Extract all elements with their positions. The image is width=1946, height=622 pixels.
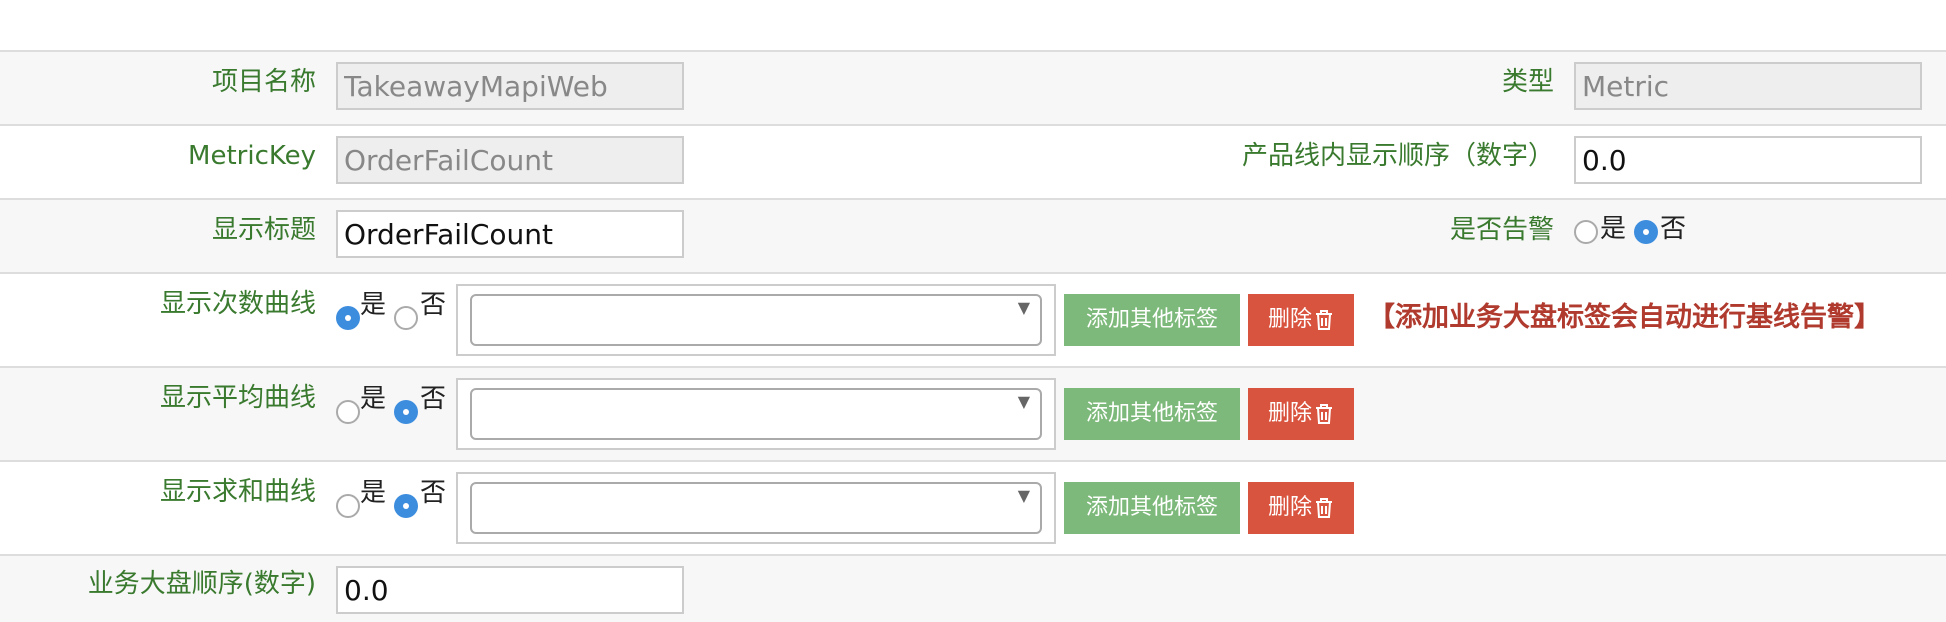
avg-curve-add-tag-button[interactable]: 添加其他标签 (1064, 388, 1240, 440)
sum-curve-add-tag-button[interactable]: 添加其他标签 (1064, 482, 1240, 534)
count-curve-tag-select[interactable]: ▼ (456, 284, 1056, 356)
row-sum-curve: 显示求和曲线 是 否 ▼ 添加其他标签 删除 (0, 462, 1946, 556)
count-curve-add-tag-button[interactable]: 添加其他标签 (1064, 294, 1240, 346)
delete-button-label: 删除 (1267, 401, 1312, 426)
count-curve-delete-button[interactable]: 删除 (1248, 294, 1354, 346)
top-blank-area (0, 0, 1946, 52)
metric-key-label: MetricKey (188, 141, 316, 171)
dashboard-alert-warning: 【添加业务大盘标签会自动进行基线告警】 (1368, 302, 1881, 333)
avg-curve-yes-text: 是 (360, 384, 387, 414)
row-dashboard-order: 业务大盘顺序(数字) (0, 556, 1946, 622)
display-title-input[interactable] (336, 210, 684, 258)
delete-button-label: 删除 (1267, 307, 1312, 332)
count-curve-tag-select-inner[interactable]: ▼ (470, 294, 1042, 346)
display-order-input[interactable] (1574, 136, 1922, 184)
avg-curve-no-radio[interactable] (394, 400, 418, 424)
display-title-label: 显示标题 (211, 215, 316, 245)
sum-curve-label: 显示求和曲线 (159, 477, 316, 507)
count-curve-no-text: 否 (420, 290, 447, 320)
dashboard-order-input[interactable] (336, 566, 684, 614)
caret-down-icon: ▼ (1017, 486, 1030, 505)
sum-curve-no-text: 否 (420, 478, 447, 508)
type-field[interactable] (1574, 62, 1922, 110)
avg-curve-label: 显示平均曲线 (159, 383, 316, 413)
caret-down-icon: ▼ (1017, 298, 1030, 317)
metric-key-field[interactable] (336, 136, 684, 184)
project-name-field[interactable] (336, 62, 684, 110)
alert-yes-text: 是 (1600, 214, 1627, 244)
row-avg-curve: 显示平均曲线 是 否 ▼ 添加其他标签 删除 (0, 368, 1946, 462)
type-label: 类型 (1501, 67, 1554, 97)
sum-curve-tag-select-inner[interactable]: ▼ (470, 482, 1042, 534)
avg-curve-delete-button[interactable]: 删除 (1248, 388, 1354, 440)
sum-curve-no-radio[interactable] (394, 494, 418, 518)
row-count-curve: 显示次数曲线 是 否 ▼ 添加其他标签 删除 【添加业务大盘标签会自动进行基线告… (0, 274, 1946, 368)
row-metric-key: MetricKey 产品线内显示顺序（数字） (0, 126, 1946, 200)
sum-curve-yes-text: 是 (360, 478, 387, 508)
trash-icon (1316, 404, 1332, 424)
delete-button-label: 删除 (1267, 495, 1312, 520)
project-name-label: 项目名称 (211, 67, 316, 97)
alert-label: 是否告警 (1449, 215, 1554, 245)
sum-curve-yes-radio[interactable] (336, 494, 360, 518)
count-curve-yes-radio[interactable] (336, 306, 360, 330)
alert-no-radio[interactable] (1634, 220, 1658, 244)
trash-icon (1316, 498, 1332, 518)
alert-no-text: 否 (1660, 214, 1687, 244)
avg-curve-tag-select[interactable]: ▼ (456, 378, 1056, 450)
avg-curve-tag-select-inner[interactable]: ▼ (470, 388, 1042, 440)
row-title: 显示标题 是否告警 是 否 (0, 200, 1946, 274)
avg-curve-yes-radio[interactable] (336, 400, 360, 424)
sum-curve-delete-button[interactable]: 删除 (1248, 482, 1354, 534)
count-curve-yes-text: 是 (360, 290, 387, 320)
row-project: 项目名称 类型 (0, 52, 1946, 126)
sum-curve-tag-select[interactable]: ▼ (456, 472, 1056, 544)
display-order-label: 产品线内显示顺序（数字） (1241, 141, 1554, 171)
count-curve-label: 显示次数曲线 (159, 289, 316, 319)
avg-curve-no-text: 否 (420, 384, 447, 414)
dashboard-order-label: 业务大盘顺序(数字) (87, 569, 316, 599)
alert-yes-radio[interactable] (1574, 220, 1598, 244)
count-curve-no-radio[interactable] (394, 306, 418, 330)
caret-down-icon: ▼ (1017, 392, 1030, 411)
trash-icon (1316, 310, 1332, 330)
